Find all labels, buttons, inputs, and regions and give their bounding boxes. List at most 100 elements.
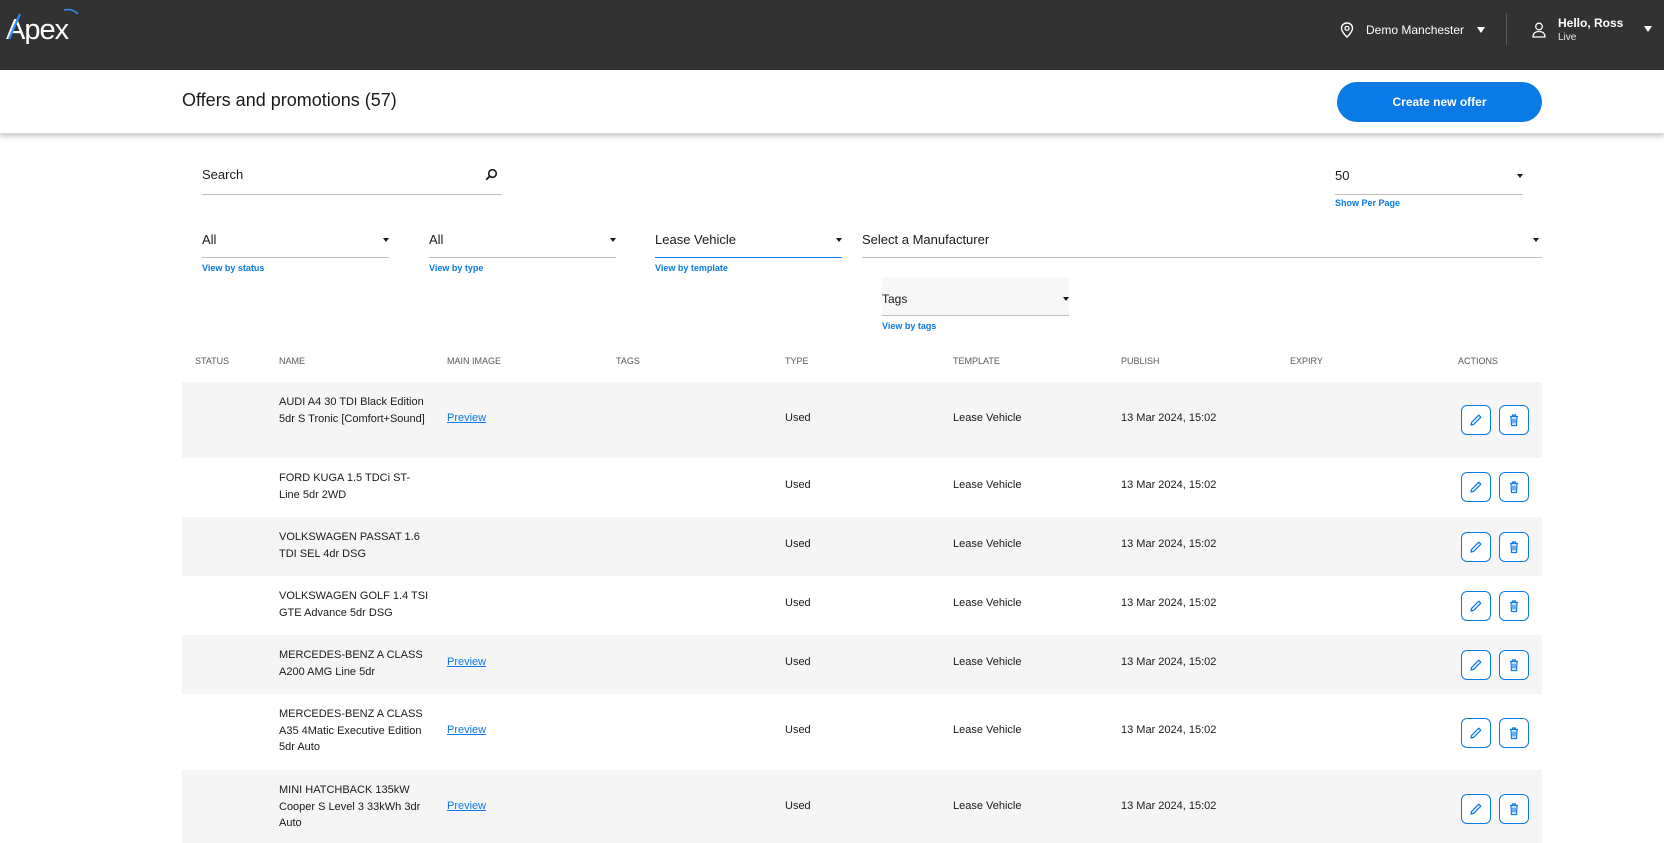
offer-name: AUDI A4 30 TDI Black Edition 5dr S Troni… <box>279 396 425 425</box>
offer-template: Lease Vehicle <box>953 538 1022 550</box>
search-placeholder: Search <box>202 167 244 182</box>
edit-pencil-icon <box>1470 727 1482 739</box>
delete-button[interactable] <box>1499 472 1529 502</box>
user-greeting: Hello, Ross <box>1558 16 1624 30</box>
delete-button[interactable] <box>1499 591 1529 621</box>
table-row[interactable]: MERCEDES-BENZ A CLASS A35 4Matic Executi… <box>182 694 1542 770</box>
delete-button[interactable] <box>1499 794 1529 824</box>
status-select[interactable]: All <box>202 232 389 258</box>
type-select[interactable]: All <box>429 232 616 258</box>
svg-text:Apex: Apex <box>6 14 70 44</box>
user-icon <box>1532 22 1546 38</box>
edit-pencil-icon <box>1470 803 1482 815</box>
delete-button[interactable] <box>1499 532 1529 562</box>
column-header-expiry: EXPIRY <box>1290 356 1323 366</box>
offer-publish-date: 13 Mar 2024, 15:02 <box>1121 656 1217 668</box>
template-select[interactable]: Lease Vehicle <box>655 232 842 258</box>
apex-logo[interactable]: Apex <box>6 8 86 44</box>
offer-name: MINI HATCHBACK 135kW Cooper S Level 3 33… <box>279 784 421 829</box>
column-header-status: STATUS <box>195 356 230 366</box>
create-new-offer-button[interactable]: Create new offer <box>1337 82 1542 122</box>
user-menu[interactable]: Hello, Ross Live <box>1532 16 1653 45</box>
table-row[interactable]: MERCEDES-BENZ A CLASS A200 AMG Line 5dr … <box>182 635 1542 694</box>
edit-button[interactable] <box>1461 650 1491 680</box>
chevron-down-icon <box>383 238 389 242</box>
column-header-tags: TAGS <box>616 356 640 366</box>
type-value: All <box>429 232 444 247</box>
column-header-actions: ACTIONS <box>1458 356 1499 366</box>
column-header-type: TYPE <box>785 356 809 366</box>
table-row[interactable]: VOLKSWAGEN GOLF 1.4 TSI GTE Advance 5dr … <box>182 576 1542 635</box>
preview-link[interactable]: Preview <box>447 412 486 424</box>
status-value: All <box>202 232 217 247</box>
chevron-down-icon <box>1477 27 1486 33</box>
chevron-down-icon <box>610 238 616 242</box>
search-icon[interactable] <box>485 168 498 181</box>
table-row[interactable]: FORD KUGA 1.5 TDCi ST-Line 5dr 2WD Used … <box>182 458 1542 517</box>
offer-publish-date: 13 Mar 2024, 15:02 <box>1121 538 1217 550</box>
offer-type: Used <box>785 724 811 736</box>
offer-type: Used <box>785 597 811 609</box>
table-row[interactable]: MINI HATCHBACK 135kW Cooper S Level 3 33… <box>182 770 1542 843</box>
offer-type: Used <box>785 800 811 812</box>
delete-button[interactable] <box>1499 650 1529 680</box>
offer-template: Lease Vehicle <box>953 412 1022 424</box>
trash-icon <box>1510 600 1518 613</box>
offer-name: MERCEDES-BENZ A CLASS A200 AMG Line 5dr <box>279 649 423 678</box>
offer-template: Lease Vehicle <box>953 800 1022 812</box>
per-page-hint: Show Per Page <box>1335 198 1401 208</box>
offer-publish-date: 13 Mar 2024, 15:02 <box>1121 800 1217 812</box>
chevron-down-icon <box>1644 26 1653 32</box>
location-name: Demo Manchester <box>1366 23 1465 37</box>
top-navigation-bar: Apex Demo Manchester Hello, Ross Live <box>0 0 1664 70</box>
offer-type: Used <box>785 479 811 491</box>
manufacturer-select[interactable]: Select a Manufacturer <box>862 232 1542 258</box>
chevron-down-icon <box>836 238 842 242</box>
search-input[interactable]: Search <box>202 167 502 195</box>
table-row[interactable]: VOLKSWAGEN PASSAT 1.6 TDI SEL 4dr DSG Us… <box>182 517 1542 576</box>
type-hint: View by type <box>429 263 484 273</box>
edit-pencil-icon <box>1470 414 1482 426</box>
status-hint: View by status <box>202 263 265 273</box>
table-row[interactable]: AUDI A4 30 TDI Black Edition 5dr S Troni… <box>182 382 1542 458</box>
preview-link[interactable]: Preview <box>447 656 486 668</box>
user-info: Hello, Ross Live <box>1558 16 1623 45</box>
offer-template: Lease Vehicle <box>953 479 1022 491</box>
page-header: Offers and promotions (57) Create new of… <box>0 70 1664 134</box>
tags-select[interactable]: Tags <box>882 291 1069 316</box>
location-selector[interactable]: Demo Manchester <box>1340 20 1486 40</box>
offer-name: VOLKSWAGEN GOLF 1.4 TSI GTE Advance 5dr … <box>279 590 429 619</box>
chevron-down-icon <box>1533 238 1539 242</box>
user-environment: Live <box>1558 32 1577 43</box>
edit-button[interactable] <box>1461 794 1491 824</box>
manufacturer-value: Select a Manufacturer <box>862 232 990 247</box>
offer-publish-date: 13 Mar 2024, 15:02 <box>1121 597 1217 609</box>
chevron-down-icon <box>1063 297 1069 301</box>
trash-icon <box>1510 481 1518 494</box>
delete-button[interactable] <box>1499 718 1529 748</box>
tags-hint: View by tags <box>882 321 937 331</box>
column-header-name: NAME <box>279 356 306 366</box>
trash-icon <box>1510 803 1518 816</box>
preview-link[interactable]: Preview <box>447 800 486 812</box>
delete-button[interactable] <box>1499 405 1529 435</box>
column-header-publish: PUBLISH <box>1121 356 1160 366</box>
trash-icon <box>1510 541 1518 554</box>
offer-type: Used <box>785 412 811 424</box>
trash-icon <box>1510 727 1518 740</box>
edit-button[interactable] <box>1461 405 1491 435</box>
preview-link[interactable]: Preview <box>447 724 486 736</box>
per-page-value: 50 <box>1335 168 1350 183</box>
page-title: Offers and promotions (57) <box>182 90 397 110</box>
offer-template: Lease Vehicle <box>953 656 1022 668</box>
edit-button[interactable] <box>1461 718 1491 748</box>
column-header-main-image: MAIN IMAGE <box>447 356 502 366</box>
per-page-select[interactable]: 50 <box>1335 168 1523 195</box>
offer-publish-date: 13 Mar 2024, 15:02 <box>1121 412 1217 424</box>
trash-icon <box>1510 414 1518 427</box>
edit-button[interactable] <box>1461 532 1491 562</box>
offer-name: VOLKSWAGEN PASSAT 1.6 TDI SEL 4dr DSG <box>279 531 420 560</box>
edit-button[interactable] <box>1461 591 1491 621</box>
edit-button[interactable] <box>1461 472 1491 502</box>
offer-template: Lease Vehicle <box>953 724 1022 736</box>
